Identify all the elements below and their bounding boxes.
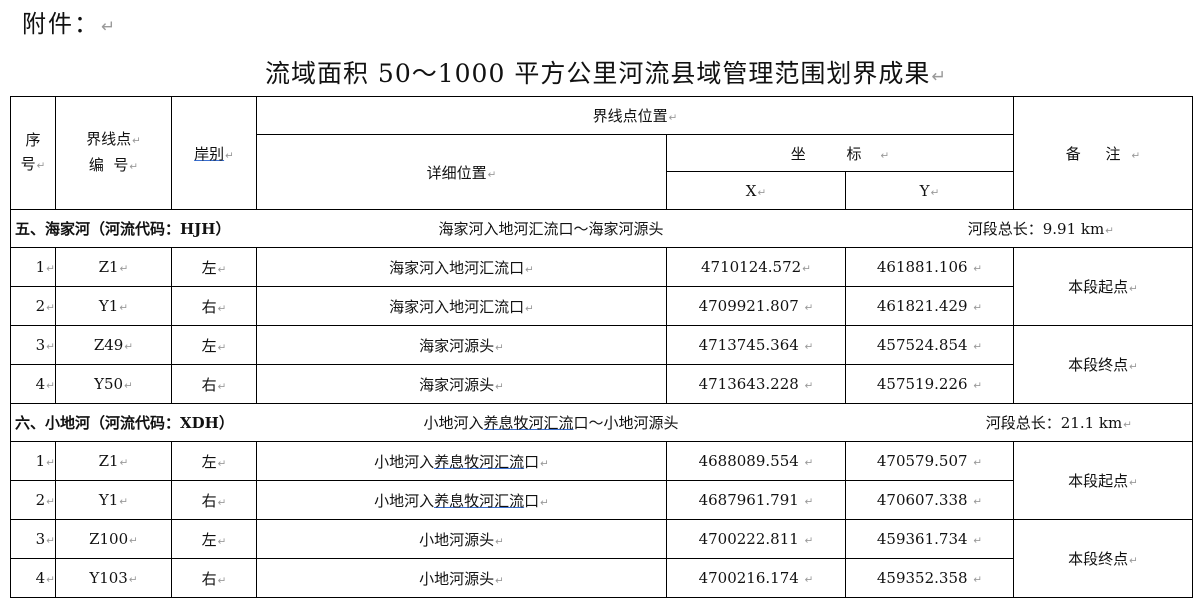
bank-cell: 右↵ bbox=[171, 286, 257, 326]
point-cell: Z1↵ bbox=[55, 441, 172, 481]
detail-cell: 小地河入养息牧河汇流口↵ bbox=[256, 480, 667, 520]
table-row: 1↵ Z1↵ 左↵ 海家河入地河汇流口↵ 4710124.572↵ 461881… bbox=[10, 247, 1194, 326]
y-cell: 461821.429 ↵ bbox=[844, 286, 1015, 326]
bank-cell: 右↵ bbox=[171, 480, 257, 520]
x-cell: 4710124.572↵ bbox=[666, 247, 846, 287]
x-cell: 4709921.807 ↵ bbox=[666, 286, 846, 326]
bank-cell: 左↵ bbox=[171, 247, 257, 287]
section-extent: 海家河入地河汇流口～海家河源头 bbox=[256, 209, 846, 248]
x-cell: 4700222.811 ↵ bbox=[666, 519, 846, 559]
y-cell: 459352.358 ↵ bbox=[844, 558, 1015, 598]
seq-cell: 3↵ bbox=[10, 325, 56, 365]
remark-cell: 本段终点↵ bbox=[1013, 519, 1194, 598]
y-cell: 459361.734 ↵ bbox=[844, 519, 1015, 559]
x-cell: 4700216.174 ↵ bbox=[666, 558, 846, 598]
point-cell: Y1↵ bbox=[55, 286, 172, 326]
y-cell: 457524.854 ↵ bbox=[844, 325, 1015, 365]
table-row: 1↵ Z1↵ 左↵ 小地河入养息牧河汇流口↵ 4688089.554 ↵ 470… bbox=[10, 441, 1194, 520]
table-row: 3↵ Z100↵ 左↵ 小地河源头↵ 4700222.811 ↵ 459361.… bbox=[10, 519, 1194, 598]
detail-cell: 小地河入养息牧河汇流口↵ bbox=[256, 441, 667, 481]
bank-cell: 右↵ bbox=[171, 364, 257, 404]
header-point-position: 界线点位置↵ bbox=[255, 96, 1015, 135]
header-detail-position: 详细位置↵ bbox=[256, 134, 667, 210]
section-row-haijia: 五、海家河（河流代码：HJH） 海家河入地河汇流口～海家河源头 河段总长：9.9… bbox=[10, 209, 1194, 248]
bank-cell: 左↵ bbox=[171, 441, 257, 481]
table-row: 3↵ Z49↵ 左↵ 海家河源头↵ 4713745.364 ↵ 457524.8… bbox=[10, 325, 1194, 404]
bank-cell: 左↵ bbox=[171, 325, 257, 365]
point-cell: Y50↵ bbox=[55, 364, 172, 404]
header-remark: 备 注↵ bbox=[1013, 96, 1194, 210]
section-row-xiaodi: 六、小地河（河流代码：XDH） 小地河入养息牧河汇流口～小地河源头 河段总长：2… bbox=[10, 403, 1194, 442]
remark-cell: 本段终点↵ bbox=[1013, 325, 1194, 404]
header-seq: 序号↵ bbox=[10, 96, 56, 210]
header-row-1: 序号↵ 界线点↵ 编 号↵ 岸别↵ 界线点位置↵ 备 注↵ bbox=[10, 96, 1194, 210]
point-cell: Y103↵ bbox=[55, 558, 172, 598]
y-cell: 470607.338 ↵ bbox=[844, 480, 1015, 520]
seq-cell: 3↵ bbox=[10, 519, 56, 559]
boundary-results-table: 序号↵ 界线点↵ 编 号↵ 岸别↵ 界线点位置↵ 备 注↵ 详细位置↵ 坐 标↵ … bbox=[10, 96, 1194, 598]
x-cell: 4713745.364 ↵ bbox=[666, 325, 846, 365]
point-cell: Y1↵ bbox=[55, 480, 172, 520]
header-point-id: 界线点↵ 编 号↵ bbox=[55, 96, 172, 210]
header-coordinate: 坐 标↵ bbox=[665, 134, 1015, 172]
detail-cell: 海家河入地河汇流口↵ bbox=[256, 286, 667, 326]
point-cell: Z100↵ bbox=[55, 519, 172, 559]
bank-cell: 右↵ bbox=[171, 558, 257, 598]
detail-cell: 海家河入地河汇流口↵ bbox=[256, 247, 667, 287]
detail-cell: 小地河源头↵ bbox=[256, 519, 667, 559]
section-extent: 小地河入养息牧河汇流口～小地河源头 bbox=[256, 403, 846, 442]
y-cell: 470579.507 ↵ bbox=[844, 441, 1015, 481]
header-y: Y↵ bbox=[844, 171, 1015, 210]
detail-cell: 海家河源头↵ bbox=[256, 364, 667, 404]
header-x: X↵ bbox=[666, 171, 846, 210]
x-cell: 4687961.791 ↵ bbox=[666, 480, 846, 520]
section-name: 六、小地河（河流代码：XDH） bbox=[10, 403, 257, 442]
x-cell: 4688089.554 ↵ bbox=[666, 441, 846, 481]
remark-cell: 本段起点↵ bbox=[1013, 441, 1194, 520]
detail-cell: 海家河源头↵ bbox=[256, 325, 667, 365]
section-length: 河段总长：9.91 km↵ bbox=[845, 209, 1194, 248]
section-name: 五、海家河（河流代码：HJH） bbox=[10, 209, 257, 248]
remark-cell: 本段起点↵ bbox=[1013, 247, 1194, 326]
attachment-label: 附件：↵ bbox=[22, 10, 118, 38]
y-cell: 461881.106 ↵ bbox=[844, 247, 1015, 287]
x-cell: 4713643.228 ↵ bbox=[666, 364, 846, 404]
detail-cell: 小地河源头↵ bbox=[256, 558, 667, 598]
seq-cell: 2↵ bbox=[10, 480, 56, 520]
y-cell: 457519.226 ↵ bbox=[844, 364, 1015, 404]
point-cell: Z49↵ bbox=[55, 325, 172, 365]
seq-cell: 4↵ bbox=[10, 558, 56, 598]
seq-cell: 1↵ bbox=[10, 247, 56, 287]
seq-cell: 2↵ bbox=[10, 286, 56, 326]
section-length: 河段总长：21.1 km↵ bbox=[845, 403, 1194, 442]
document-title: 流域面积 50～1000 平方公里河流县域管理范围划界成果↵ bbox=[264, 59, 947, 88]
seq-cell: 1↵ bbox=[10, 441, 56, 481]
header-bank: 岸别↵ bbox=[171, 96, 257, 210]
point-cell: Z1↵ bbox=[55, 247, 172, 287]
bank-cell: 左↵ bbox=[171, 519, 257, 559]
seq-cell: 4↵ bbox=[10, 364, 56, 404]
